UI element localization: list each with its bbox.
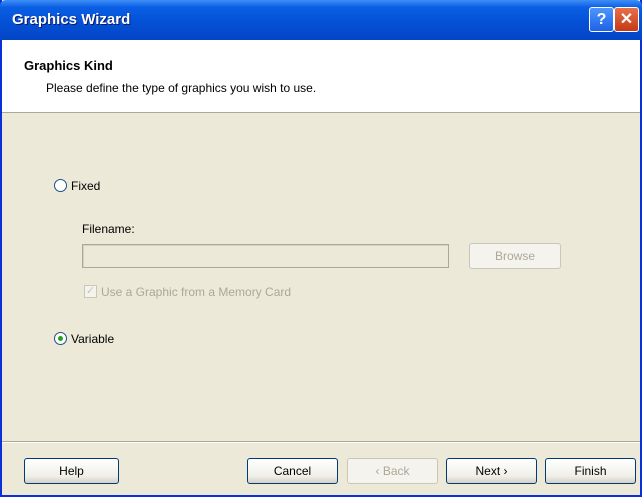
footer-divider xyxy=(2,441,640,443)
cancel-button[interactable]: Cancel xyxy=(247,458,338,484)
page-subtitle: Please define the type of graphics you w… xyxy=(46,81,317,95)
finish-button[interactable]: Finish xyxy=(545,458,636,484)
graphics-wizard-dialog: Graphics Wizard ? ✕ Graphics Kind Please… xyxy=(0,0,642,497)
variable-label[interactable]: Variable xyxy=(71,332,114,346)
filename-label: Filename: xyxy=(82,222,135,236)
wizard-header: Graphics Kind Please define the type of … xyxy=(2,40,640,113)
window-title: Graphics Wizard xyxy=(12,11,131,28)
filename-field[interactable] xyxy=(82,244,449,268)
variable-radio[interactable] xyxy=(54,332,67,345)
fixed-label[interactable]: Fixed xyxy=(71,179,100,193)
close-icon[interactable]: ✕ xyxy=(614,7,639,32)
title-bar[interactable]: Graphics Wizard ? ✕ xyxy=(0,0,642,40)
next-button[interactable]: Next › xyxy=(446,458,537,484)
browse-button[interactable]: Browse xyxy=(469,243,561,269)
help-button[interactable]: Help xyxy=(24,458,119,484)
fixed-radio[interactable] xyxy=(54,179,67,192)
memory-card-label[interactable]: Use a Graphic from a Memory Card xyxy=(101,285,291,299)
back-button[interactable]: ‹ Back xyxy=(347,458,438,484)
page-title: Graphics Kind xyxy=(24,58,113,73)
help-icon[interactable]: ? xyxy=(589,7,614,32)
memory-card-checkbox[interactable]: ✓ xyxy=(84,285,97,298)
